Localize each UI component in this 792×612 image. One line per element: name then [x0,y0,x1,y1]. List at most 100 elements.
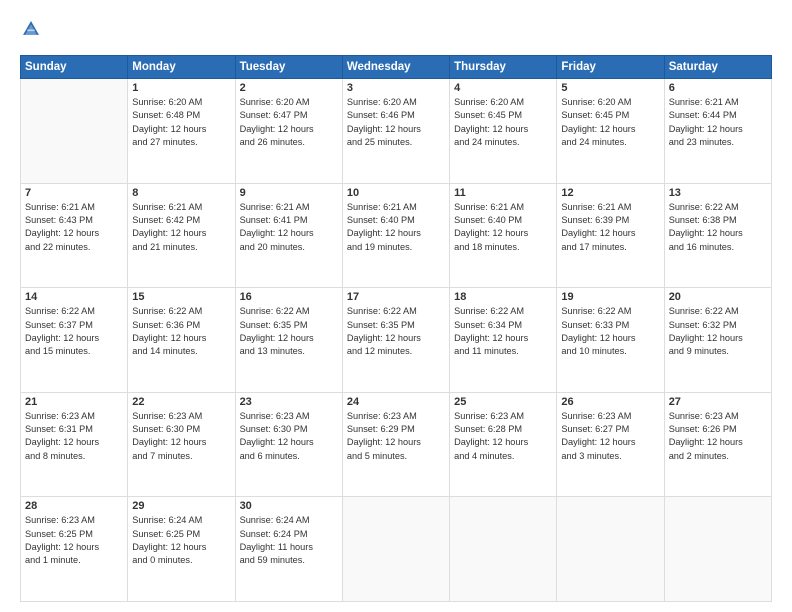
day-info: Sunrise: 6:23 AM Sunset: 6:26 PM Dayligh… [669,410,767,463]
calendar-cell: 2Sunrise: 6:20 AM Sunset: 6:47 PM Daylig… [235,79,342,184]
calendar-cell: 3 Sunrise: 6:20 AM Sunset: 6:46 PM Daylig… [342,79,449,184]
day-number: 13 [669,187,767,199]
calendar-cell [450,497,557,602]
day-info: Sunrise: 6:22 AM Sunset: 6:35 PM Dayligh… [240,305,338,358]
day-info: Sunrise: 6:20 AM Sunset: 6:45 PM Dayligh… [454,96,552,149]
calendar-cell: 29 Sunrise: 6:24 AM Sunset: 6:25 PM Dayli… [128,497,235,602]
calendar-cell: 6 Sunrise: 6:21 AM Sunset: 6:44 PM Daylig… [664,79,771,184]
day-info: Sunrise: 6:23 AM Sunset: 6:30 PM Dayligh… [132,410,230,463]
weekday-header-row: SundayMondayTuesdayWednesdayThursdayFrid… [21,56,772,79]
day-info: Sunrise: 6:21 AM Sunset: 6:42 PM Dayligh… [132,201,230,254]
day-number: 18 [454,291,552,303]
calendar-cell: 4 Sunrise: 6:20 AM Sunset: 6:45 PM Daylig… [450,79,557,184]
day-info: Sunrise: 6:22 AM Sunset: 6:32 PM Dayligh… [669,305,767,358]
weekday-header-saturday: Saturday [664,56,771,79]
day-info: Sunrise: 6:23 AM Sunset: 6:31 PM Dayligh… [25,410,123,463]
calendar-cell: 5Sunrise: 6:20 AM Sunset: 6:45 PM Daylig… [557,79,664,184]
weekday-header-wednesday: Wednesday [342,56,449,79]
day-number: 3 [347,82,445,94]
calendar-cell: 27 Sunrise: 6:23 AM Sunset: 6:26 PM Dayli… [664,392,771,497]
day-info: Sunrise: 6:23 AM Sunset: 6:30 PM Dayligh… [240,410,338,463]
page: SundayMondayTuesdayWednesdayThursdayFrid… [0,0,792,612]
day-number: 16 [240,291,338,303]
calendar-cell: 21Sunrise: 6:23 AM Sunset: 6:31 PM Dayli… [21,392,128,497]
day-info: Sunrise: 6:24 AM Sunset: 6:24 PM Dayligh… [240,514,338,567]
day-number: 9 [240,187,338,199]
calendar-cell [21,79,128,184]
logo-icon [22,18,40,40]
day-info: Sunrise: 6:22 AM Sunset: 6:37 PM Dayligh… [25,305,123,358]
day-info: Sunrise: 6:23 AM Sunset: 6:28 PM Dayligh… [454,410,552,463]
day-number: 26 [561,396,659,408]
day-number: 8 [132,187,230,199]
day-number: 19 [561,291,659,303]
calendar-cell: 18 Sunrise: 6:22 AM Sunset: 6:34 PM Dayli… [450,288,557,393]
calendar-cell [664,497,771,602]
calendar-cell: 7 Sunrise: 6:21 AM Sunset: 6:43 PM Daylig… [21,183,128,288]
calendar-cell: 20 Sunrise: 6:22 AM Sunset: 6:32 PM Dayli… [664,288,771,393]
week-row-2: 7 Sunrise: 6:21 AM Sunset: 6:43 PM Daylig… [21,183,772,288]
day-number: 4 [454,82,552,94]
calendar-cell: 30 Sunrise: 6:24 AM Sunset: 6:24 PM Dayli… [235,497,342,602]
day-info: Sunrise: 6:20 AM Sunset: 6:46 PM Dayligh… [347,96,445,149]
day-number: 29 [132,500,230,512]
calendar-cell: 13 Sunrise: 6:22 AM Sunset: 6:38 PM Dayli… [664,183,771,288]
day-info: Sunrise: 6:21 AM Sunset: 6:43 PM Dayligh… [25,201,123,254]
calendar-cell: 9 Sunrise: 6:21 AM Sunset: 6:41 PM Daylig… [235,183,342,288]
logo [20,18,42,45]
day-number: 11 [454,187,552,199]
day-number: 10 [347,187,445,199]
calendar-cell: 24 Sunrise: 6:23 AM Sunset: 6:29 PM Dayli… [342,392,449,497]
calendar-cell: 8 Sunrise: 6:21 AM Sunset: 6:42 PM Daylig… [128,183,235,288]
week-row-4: 21Sunrise: 6:23 AM Sunset: 6:31 PM Dayli… [21,392,772,497]
calendar-cell [557,497,664,602]
weekday-header-tuesday: Tuesday [235,56,342,79]
day-info: Sunrise: 6:21 AM Sunset: 6:40 PM Dayligh… [454,201,552,254]
day-number: 7 [25,187,123,199]
week-row-3: 14 Sunrise: 6:22 AM Sunset: 6:37 PM Dayli… [21,288,772,393]
day-number: 6 [669,82,767,94]
day-number: 30 [240,500,338,512]
week-row-5: 28Sunrise: 6:23 AM Sunset: 6:25 PM Dayli… [21,497,772,602]
calendar-cell: 11 Sunrise: 6:21 AM Sunset: 6:40 PM Dayli… [450,183,557,288]
calendar-cell: 15 Sunrise: 6:22 AM Sunset: 6:36 PM Dayli… [128,288,235,393]
day-number: 23 [240,396,338,408]
weekday-header-thursday: Thursday [450,56,557,79]
day-number: 14 [25,291,123,303]
day-info: Sunrise: 6:22 AM Sunset: 6:35 PM Dayligh… [347,305,445,358]
calendar-cell: 25 Sunrise: 6:23 AM Sunset: 6:28 PM Dayli… [450,392,557,497]
calendar-cell: 1Sunrise: 6:20 AM Sunset: 6:48 PM Daylig… [128,79,235,184]
day-info: Sunrise: 6:21 AM Sunset: 6:41 PM Dayligh… [240,201,338,254]
day-info: Sunrise: 6:21 AM Sunset: 6:44 PM Dayligh… [669,96,767,149]
calendar-cell: 19Sunrise: 6:22 AM Sunset: 6:33 PM Dayli… [557,288,664,393]
weekday-header-monday: Monday [128,56,235,79]
day-info: Sunrise: 6:22 AM Sunset: 6:34 PM Dayligh… [454,305,552,358]
day-number: 5 [561,82,659,94]
day-info: Sunrise: 6:20 AM Sunset: 6:48 PM Dayligh… [132,96,230,149]
day-info: Sunrise: 6:20 AM Sunset: 6:47 PM Dayligh… [240,96,338,149]
day-number: 17 [347,291,445,303]
day-info: Sunrise: 6:21 AM Sunset: 6:40 PM Dayligh… [347,201,445,254]
calendar-cell: 17 Sunrise: 6:22 AM Sunset: 6:35 PM Dayli… [342,288,449,393]
header [20,18,772,45]
day-info: Sunrise: 6:23 AM Sunset: 6:27 PM Dayligh… [561,410,659,463]
day-number: 28 [25,500,123,512]
week-row-1: 1Sunrise: 6:20 AM Sunset: 6:48 PM Daylig… [21,79,772,184]
day-number: 25 [454,396,552,408]
day-number: 24 [347,396,445,408]
calendar-cell: 23 Sunrise: 6:23 AM Sunset: 6:30 PM Dayli… [235,392,342,497]
day-info: Sunrise: 6:22 AM Sunset: 6:38 PM Dayligh… [669,201,767,254]
calendar-cell: 12Sunrise: 6:21 AM Sunset: 6:39 PM Dayli… [557,183,664,288]
day-number: 20 [669,291,767,303]
calendar-cell: 10 Sunrise: 6:21 AM Sunset: 6:40 PM Dayli… [342,183,449,288]
calendar: SundayMondayTuesdayWednesdayThursdayFrid… [20,55,772,602]
day-number: 15 [132,291,230,303]
calendar-cell: 22Sunrise: 6:23 AM Sunset: 6:30 PM Dayli… [128,392,235,497]
day-info: Sunrise: 6:24 AM Sunset: 6:25 PM Dayligh… [132,514,230,567]
calendar-cell: 26 Sunrise: 6:23 AM Sunset: 6:27 PM Dayli… [557,392,664,497]
calendar-cell: 14 Sunrise: 6:22 AM Sunset: 6:37 PM Dayli… [21,288,128,393]
calendar-cell: 16 Sunrise: 6:22 AM Sunset: 6:35 PM Dayli… [235,288,342,393]
day-info: Sunrise: 6:23 AM Sunset: 6:29 PM Dayligh… [347,410,445,463]
day-number: 27 [669,396,767,408]
day-info: Sunrise: 6:22 AM Sunset: 6:36 PM Dayligh… [132,305,230,358]
